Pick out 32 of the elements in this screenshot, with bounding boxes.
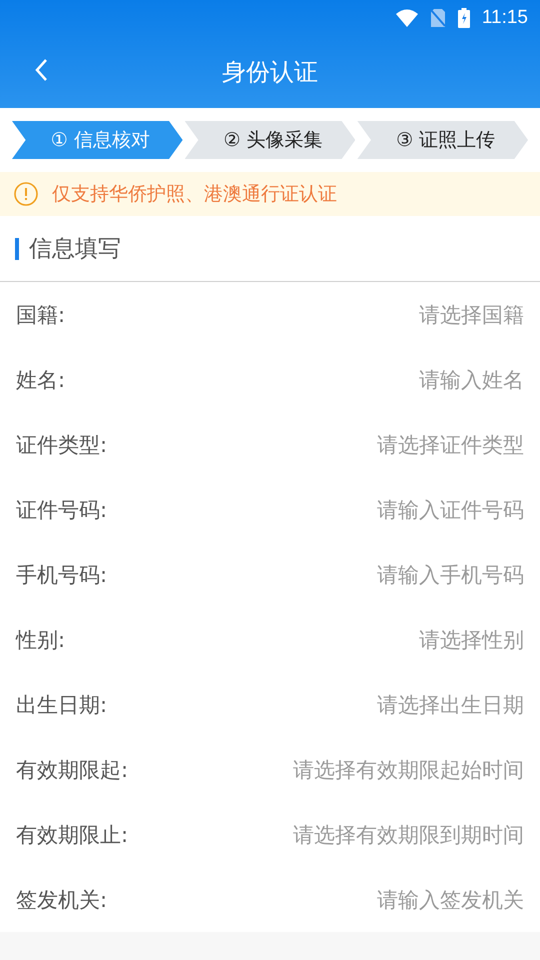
input-field[interactable]: 请选择性别 <box>224 628 524 652</box>
input-field[interactable]: 请输入姓名 <box>224 368 524 392</box>
input-field[interactable]: 请选择国籍 <box>224 302 524 326</box>
input-field[interactable]: 请选择出生日期 <box>224 692 524 716</box>
field-label: 签发机关: <box>16 886 108 914</box>
field-label: 有效期限起: <box>16 756 128 784</box>
field-label: 证件类型: <box>16 432 108 458</box>
step-tab[interactable]: ③ 证照上传 <box>357 121 528 159</box>
warning-icon <box>14 182 38 206</box>
input-field[interactable]: 请输入签发机关 <box>224 888 524 912</box>
step-tab[interactable]: ② 头像采集 <box>184 121 356 159</box>
input-field[interactable]: 请选择有效期限起始时间 <box>224 758 524 782</box>
field-label: 姓名: <box>16 366 66 394</box>
input-field[interactable]: 请选择有效期限到期时间 <box>224 822 524 846</box>
back-icon[interactable] <box>34 58 48 82</box>
input-field[interactable]: 请输入证件号码 <box>224 498 524 522</box>
wifi-icon <box>396 9 418 27</box>
field-label: 出生日期: <box>16 692 108 718</box>
page-title: 身份认证 <box>222 57 318 88</box>
input-field[interactable]: 请输入手机号码 <box>224 562 524 586</box>
field-label: 证件号码: <box>16 496 108 524</box>
field-label: 手机号码: <box>16 562 108 588</box>
notice-text: 仅支持华侨护照、港澳通行证认证 <box>52 182 337 207</box>
field-label: 有效期限止: <box>16 822 128 848</box>
field-label: 性别: <box>16 626 66 654</box>
no-sim-icon <box>430 8 446 28</box>
field-label: 国籍: <box>16 302 66 328</box>
battery-icon <box>458 8 470 28</box>
status-time: 11:15 <box>482 7 528 29</box>
section-marker <box>15 238 19 260</box>
section-title: 信息填写 <box>29 235 121 264</box>
input-field[interactable]: 请选择证件类型 <box>224 432 524 456</box>
